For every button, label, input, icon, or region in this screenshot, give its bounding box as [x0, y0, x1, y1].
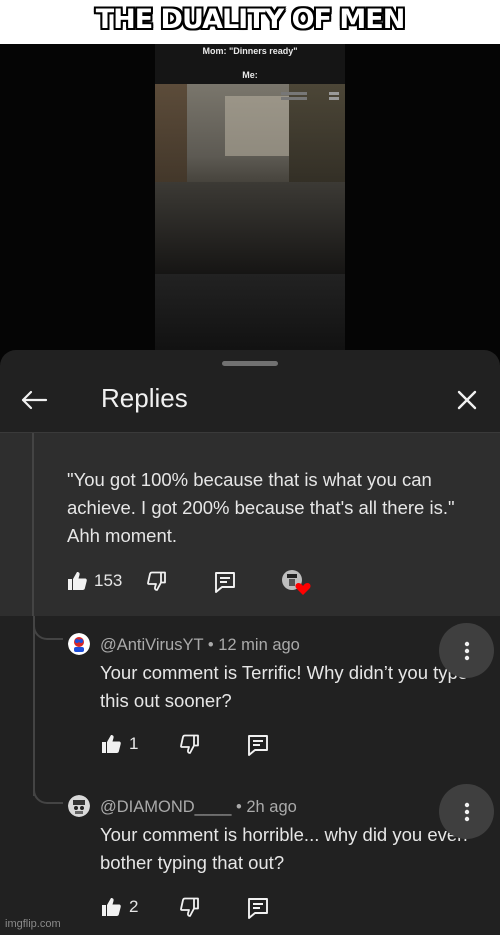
- back-button[interactable]: [16, 385, 52, 415]
- reply-button[interactable]: [213, 570, 237, 594]
- dislike-button[interactable]: [145, 570, 167, 592]
- video-player[interactable]: Mom: "Dinners ready" Me:: [155, 44, 345, 354]
- video-lower: [155, 274, 345, 354]
- reply-button[interactable]: [246, 896, 270, 920]
- thread-branch: [33, 780, 63, 804]
- more-options-button[interactable]: [439, 623, 494, 678]
- creator-heart-icon: [282, 570, 311, 595]
- avatar[interactable]: [68, 633, 90, 655]
- video-caption-me: Me:: [242, 70, 258, 80]
- like-button[interactable]: 153: [66, 570, 122, 592]
- dislike-button[interactable]: [178, 896, 200, 918]
- thumbs-down-icon: [180, 734, 199, 754]
- comment-icon: [215, 572, 235, 593]
- like-button[interactable]: 2: [100, 896, 138, 918]
- like-count: 153: [94, 571, 123, 590]
- reply-author-line: @AntiVirusYT • 12 min ago: [100, 636, 300, 655]
- reply-author[interactable]: @AntiVirusYT: [100, 636, 203, 654]
- more-vertical-icon: [464, 641, 469, 660]
- sheet-header: Replies: [0, 370, 500, 433]
- reply-text: Your comment is Terrific! Why didn’t you…: [100, 662, 469, 711]
- reply-time: • 12 min ago: [207, 636, 300, 654]
- reply-text: Your comment is horrible... why did you …: [100, 824, 468, 873]
- game-screenshot: [155, 84, 345, 274]
- video-caption-mom: Mom: "Dinners ready": [202, 46, 298, 56]
- reply-button[interactable]: [246, 733, 270, 757]
- more-options-button[interactable]: [439, 784, 494, 839]
- thumbs-up-icon: [102, 898, 121, 916]
- reply-time: • 2h ago: [235, 798, 297, 816]
- more-vertical-icon: [464, 802, 469, 821]
- like-button[interactable]: 1: [100, 733, 138, 755]
- video-area: Mom: "Dinners ready" Me:: [0, 44, 500, 364]
- close-button[interactable]: [450, 383, 484, 417]
- avatar[interactable]: [68, 795, 90, 817]
- drag-handle[interactable]: [222, 361, 278, 366]
- comment-icon: [248, 735, 268, 756]
- comment-text: "You got 100% because that is what you c…: [67, 469, 455, 546]
- like-count: 1: [129, 734, 139, 753]
- thread-line: [32, 433, 34, 616]
- thumbs-up-icon: [102, 735, 121, 753]
- thumbs-down-icon: [147, 571, 166, 591]
- replies-sheet: Replies "You got 100% because that is wh…: [0, 350, 500, 935]
- like-count: 2: [129, 897, 139, 916]
- comment-icon: [248, 898, 268, 919]
- creator-heart: [281, 568, 313, 596]
- avatar-icon: [68, 795, 90, 817]
- avatar-icon: [68, 633, 90, 655]
- reply-author[interactable]: @DIAMOND____: [100, 798, 231, 816]
- game-hud: [281, 90, 339, 100]
- thumbs-up-icon: [68, 572, 87, 590]
- close-icon: [457, 390, 477, 410]
- parent-comment: "You got 100% because that is what you c…: [0, 433, 500, 616]
- page-title: Replies: [101, 383, 188, 413]
- watermark: imgflip.com: [5, 918, 61, 930]
- thread-line: [33, 616, 35, 796]
- thumbs-down-icon: [180, 897, 199, 917]
- meme-title: THE DUALITY OF MEN: [95, 4, 406, 35]
- dislike-button[interactable]: [178, 733, 200, 755]
- thread-branch: [33, 616, 63, 640]
- reply-author-line: @DIAMOND____ • 2h ago: [100, 798, 297, 817]
- arrow-left-icon: [21, 390, 48, 410]
